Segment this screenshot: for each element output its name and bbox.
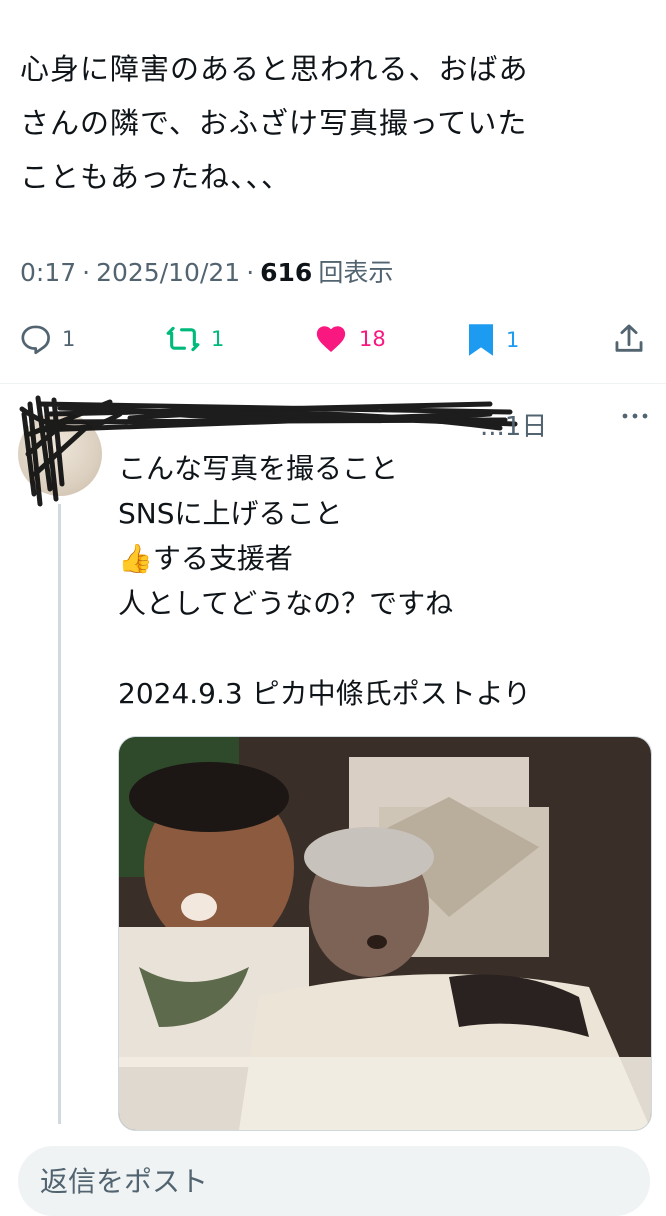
post-meta: 0:17 · 2025/10/21 · 616 回表示 [20, 253, 393, 289]
reply-photo[interactable] [118, 736, 652, 1131]
reply-composer[interactable]: 返信をポスト [18, 1146, 650, 1216]
bookmark-icon [469, 324, 493, 356]
view-count: 616 [260, 258, 313, 287]
like-button[interactable]: 18 [313, 322, 386, 356]
bookmark-button[interactable]: 1 [466, 322, 519, 358]
reply-meta: ...1日 [480, 406, 547, 443]
post-text: 心身に障害のあると思われる、おばあ さんの隣で、おふざけ写真撮っていた こともあ… [20, 52, 529, 194]
thread-line [58, 504, 61, 1124]
meta-separator: · [82, 258, 91, 287]
reply-count: 1 [62, 327, 76, 351]
share-button[interactable] [612, 322, 646, 356]
post-date: 2025/10/21 [96, 258, 241, 287]
reply-time: 1日 [504, 412, 548, 442]
view-count-label: 回表示 [318, 258, 394, 287]
repost-count: 1 [211, 327, 225, 351]
action-bar: 1 1 18 1 [0, 322, 666, 370]
reply-post[interactable]: ...1日 こんな写真を撮ること SNSに上げること 👍する支援者 人としてどう… [0, 384, 666, 1131]
more-icon[interactable] [620, 406, 650, 426]
repost-icon [166, 326, 200, 352]
avatar[interactable] [18, 412, 102, 496]
reply-input-placeholder: 返信をポスト [40, 1165, 209, 1198]
handle-ellipsis: ... [480, 412, 505, 442]
repost-button[interactable]: 1 [165, 322, 224, 356]
like-count: 18 [359, 327, 386, 351]
post-time: 0:17 [20, 258, 77, 287]
reply-button[interactable]: 1 [18, 322, 75, 356]
reply-text: こんな写真を撮ること SNSに上げること 👍する支援者 人としてどうなの？ですね… [118, 452, 532, 710]
bookmark-count: 1 [506, 328, 520, 352]
like-icon [316, 326, 346, 353]
share-icon [615, 324, 643, 352]
reply-icon [21, 325, 50, 355]
meta-separator: · [246, 258, 255, 287]
